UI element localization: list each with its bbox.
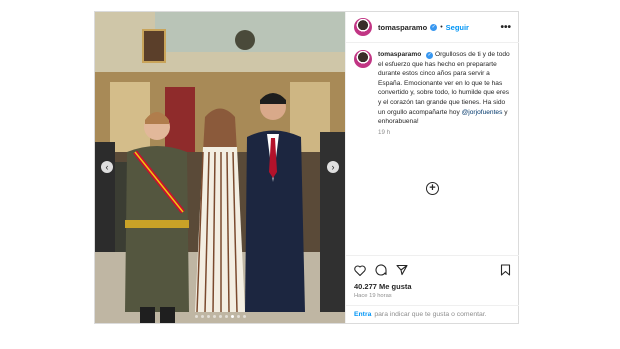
more-options-icon[interactable]: ••• (500, 22, 511, 33)
avatar[interactable] (354, 18, 372, 36)
like-heart-icon[interactable] (354, 264, 366, 276)
login-prompt: Entra para indicar que te gusta o coment… (346, 305, 519, 323)
carousel-dot (200, 315, 204, 318)
post-photo[interactable]: ‹ › (95, 12, 345, 323)
caption-verified-icon: ✓ (426, 52, 434, 59)
separator: • (440, 23, 443, 31)
carousel-dot (218, 315, 222, 318)
carousel-dots (95, 315, 345, 318)
carousel-dot (224, 315, 228, 318)
post-header: tomasparamo ✓ • Seguir ••• (346, 12, 519, 43)
next-slide-button[interactable]: › (327, 161, 339, 173)
caption-avatar[interactable] (354, 50, 372, 68)
share-send-icon[interactable] (396, 264, 408, 276)
post-caption: tomasparamo ✓ Orgullosos de ti y de todo… (354, 50, 514, 136)
header-username[interactable]: tomasparamo (378, 23, 427, 32)
photo-illustration (95, 12, 345, 323)
comment-icon[interactable] (375, 264, 387, 276)
caption-time: 19 h (378, 128, 391, 136)
carousel-dot (230, 315, 234, 318)
carousel-dot (206, 315, 210, 318)
caption-body: Orgullosos de ti y de todo el esfuerzo q… (378, 51, 510, 116)
carousel-dot (236, 315, 240, 318)
login-link[interactable]: Entra (354, 311, 371, 318)
verified-badge-icon: ✓ (430, 23, 438, 31)
mention-link[interactable]: @jorjofuentes (462, 109, 503, 116)
carousel-dot (242, 315, 246, 318)
carousel-dot (212, 315, 216, 318)
caption-text: tomasparamo ✓ Orgullosos de ti y de todo… (378, 50, 514, 127)
instagram-post: ‹ › tomasparamo ✓ • Seguir ••• tomaspara… (94, 11, 519, 324)
follow-button[interactable]: Seguir (446, 23, 469, 32)
like-count[interactable]: 40.277 Me gusta (346, 276, 519, 291)
bookmark-icon[interactable] (500, 264, 511, 276)
post-age: Hace 19 horas (354, 293, 392, 299)
caption-username[interactable]: tomasparamo (378, 51, 421, 58)
post-actions: 40.277 Me gusta Hace 19 horas (346, 255, 519, 299)
login-prompt-text: para indicar que te gusta o comentar. (374, 311, 487, 318)
load-more-comments-icon[interactable]: + (426, 182, 439, 195)
post-sidebar: tomasparamo ✓ • Seguir ••• tomasparamo ✓… (345, 12, 519, 323)
previous-slide-button[interactable]: ‹ (101, 161, 113, 173)
carousel-dot (194, 315, 198, 318)
